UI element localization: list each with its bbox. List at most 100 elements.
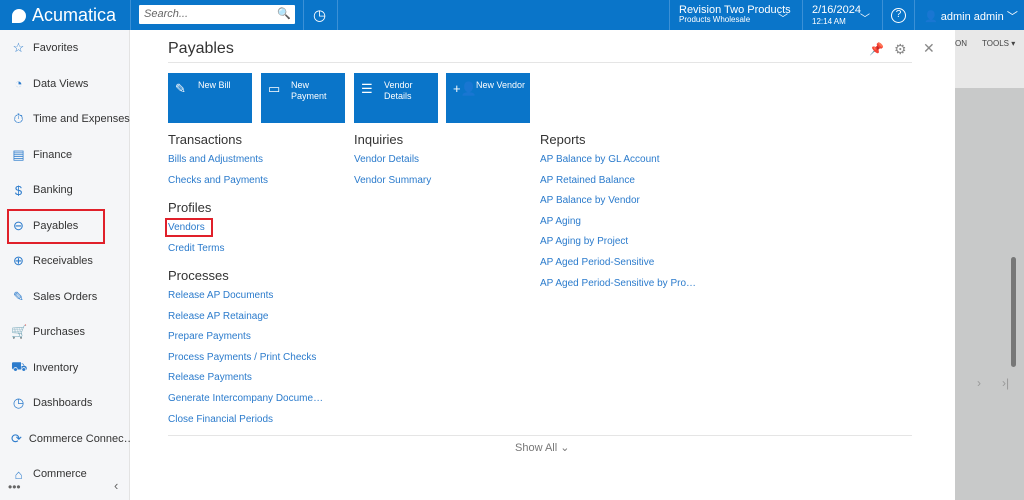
- sidebar-item-label: Time and Expenses: [33, 113, 130, 125]
- sidebar-icon: ☆: [12, 40, 25, 55]
- tile-new-bill[interactable]: ✎ New Bill: [168, 73, 252, 123]
- tile-label: New Payment: [291, 80, 327, 101]
- sidebar-item-favorites[interactable]: ☆ Favorites: [0, 33, 130, 63]
- link-ap-aged-period-sensitive[interactable]: AP Aged Period-Sensitive: [540, 257, 654, 268]
- link-ap-balance-by-vendor[interactable]: AP Balance by Vendor: [540, 195, 640, 206]
- search-icon[interactable]: 🔍: [277, 7, 291, 20]
- divider: [337, 0, 338, 30]
- sidebar-item-label: Favorites: [33, 42, 79, 54]
- tile-label: New Vendor: [476, 80, 526, 90]
- pin-icon[interactable]: 📌: [869, 42, 884, 56]
- link-close-financial-periods[interactable]: Close Financial Periods: [168, 414, 273, 425]
- link-release-ap-documents[interactable]: Release AP Documents: [168, 290, 273, 301]
- link-ap-retained-balance[interactable]: AP Retained Balance: [540, 175, 635, 186]
- sidebar-item-dashboards[interactable]: ◷ Dashboards: [0, 388, 130, 418]
- link-release-ap-retainage[interactable]: Release AP Retainage: [168, 311, 268, 322]
- tile-new-vendor[interactable]: +👤 New Vendor: [446, 73, 530, 123]
- sidebar-item-label: Receivables: [33, 255, 93, 267]
- sidebar-icon: ◔: [14, 76, 23, 91]
- link-generate-intercompany-docume-[interactable]: Generate Intercompany Docume…: [168, 393, 323, 404]
- tile-icon: ▭: [268, 81, 281, 96]
- company-selector[interactable]: Revision Two Products Products Wholesale: [679, 4, 791, 25]
- next-page-icon[interactable]: ›: [977, 376, 981, 390]
- sidebar-item-banking[interactable]: $ Banking: [0, 175, 130, 205]
- divider: [130, 0, 131, 30]
- link-release-payments[interactable]: Release Payments: [168, 372, 252, 383]
- sidebar-icon: ✎: [13, 288, 24, 304]
- divider: [914, 0, 915, 30]
- history-icon[interactable]: ◷: [313, 6, 326, 24]
- scrollbar[interactable]: [1011, 257, 1016, 367]
- collapse-sidebar-button[interactable]: ‹: [114, 478, 118, 493]
- more-button[interactable]: •••: [8, 480, 21, 494]
- help-icon[interactable]: ?: [891, 8, 906, 23]
- tile-icon: ✎: [175, 81, 186, 96]
- chevron-down-icon[interactable]: ﹀: [778, 10, 788, 25]
- sidebar-item-finance[interactable]: ▤ Finance: [0, 140, 130, 170]
- chevron-down-icon: ﹀: [1006, 11, 1018, 23]
- last-page-icon[interactable]: ›|: [1002, 376, 1009, 390]
- logo[interactable]: Acumatica: [12, 5, 116, 26]
- tile-icon: +👤: [453, 81, 477, 96]
- link-ap-balance-by-gl-account[interactable]: AP Balance by GL Account: [540, 154, 660, 165]
- sidebar-item-sales-orders[interactable]: ✎ Sales Orders: [0, 282, 130, 312]
- sidebar-item-commerce-connec-[interactable]: ⟳ Commerce Connec…: [0, 424, 135, 454]
- section-reports: Reports: [540, 132, 586, 147]
- close-icon[interactable]: ✕: [923, 40, 935, 57]
- sidebar-icon: ⏱: [13, 111, 24, 126]
- sidebar-item-receivables[interactable]: ⊕ Receivables: [0, 246, 130, 276]
- search-placeholder: Search...: [144, 8, 189, 20]
- link-prepare-payments[interactable]: Prepare Payments: [168, 331, 251, 342]
- tile-new-payment[interactable]: ▭ New Payment: [261, 73, 345, 123]
- user-icon: 👤: [924, 11, 938, 23]
- link-vendor-summary[interactable]: Vendor Summary: [354, 175, 431, 186]
- sidebar-item-label: Finance: [33, 148, 73, 161]
- tab-partial[interactable]: ON: [955, 39, 967, 48]
- divider: [669, 0, 670, 30]
- branch-name: Products Wholesale: [679, 15, 751, 25]
- sidebar: ☆ Favorites ◔ Data Views ⏱ Time and Expenses ▤…: [0, 30, 135, 500]
- link-ap-aging[interactable]: AP Aging: [540, 216, 581, 227]
- tile-vendor-details[interactable]: ☰ Vendor Details: [354, 73, 438, 123]
- sidebar-icon: $: [14, 182, 23, 198]
- divider: [303, 0, 304, 30]
- link-credit-terms[interactable]: Credit Terms: [168, 243, 225, 254]
- section-processes: Processes: [168, 268, 229, 283]
- date-selector[interactable]: 2/16/2024 12:14 AM: [812, 4, 861, 26]
- divider: [168, 435, 912, 436]
- section-inquiries: Inquiries: [354, 132, 404, 147]
- link-vendor-details[interactable]: Vendor Details: [354, 154, 419, 165]
- sidebar-item-label: Data Views: [33, 77, 89, 90]
- tools-menu[interactable]: TOOLS ▾: [982, 39, 1015, 48]
- payables-menu-panel: Payables 📌 ⚙ ✕ ✎ New Bill ▭ New Payment ☰ Ven…: [131, 30, 955, 496]
- sidebar-item-label: Dashboards: [33, 397, 93, 409]
- gear-icon[interactable]: ⚙: [894, 41, 907, 58]
- section-transactions: Transactions: [168, 132, 242, 147]
- sidebar-item-inventory[interactable]: ⛟ Inventory: [0, 353, 130, 383]
- sidebar-icon: ▤: [12, 146, 25, 162]
- sidebar-item-time-and-expenses[interactable]: ⏱ Time and Expenses: [0, 104, 130, 134]
- sidebar-item-data-views[interactable]: ◔ Data Views: [0, 69, 130, 99]
- date: 2/16/2024: [812, 4, 861, 16]
- link-ap-aging-by-project[interactable]: AP Aging by Project: [540, 236, 628, 247]
- show-all-button[interactable]: Show All ⌄: [515, 441, 569, 454]
- user-name: admin admin: [940, 11, 1004, 23]
- user-menu[interactable]: 👤 admin admin ﹀: [924, 8, 1018, 24]
- chevron-down-icon[interactable]: ﹀: [860, 10, 870, 25]
- link-process-payments-print-checks[interactable]: Process Payments / Print Checks: [168, 352, 316, 363]
- link-checks-and-payments[interactable]: Checks and Payments: [168, 175, 268, 186]
- divider: [882, 0, 883, 30]
- background-page: ON TOOLS ▾ › ›|: [955, 30, 1024, 500]
- sidebar-icon: ⊕: [13, 253, 24, 268]
- link-bills-and-adjustments[interactable]: Bills and Adjustments: [168, 154, 263, 165]
- link-ap-aged-period-sensitive-by-pro-[interactable]: AP Aged Period-Sensitive by Pro…: [540, 278, 696, 289]
- divider: [802, 0, 803, 30]
- tile-icon: ☰: [361, 81, 373, 96]
- highlight-vendors: [165, 218, 213, 237]
- sidebar-item-purchases[interactable]: 🛒 Purchases: [0, 317, 130, 347]
- sidebar-icon: 🛒: [11, 324, 28, 339]
- panel-title: Payables: [168, 40, 234, 57]
- search-input[interactable]: Search... 🔍: [139, 5, 295, 24]
- section-profiles: Profiles: [168, 200, 212, 215]
- top-bar: Acumatica Search... 🔍 ◷ Revision Two Prod…: [0, 0, 1024, 30]
